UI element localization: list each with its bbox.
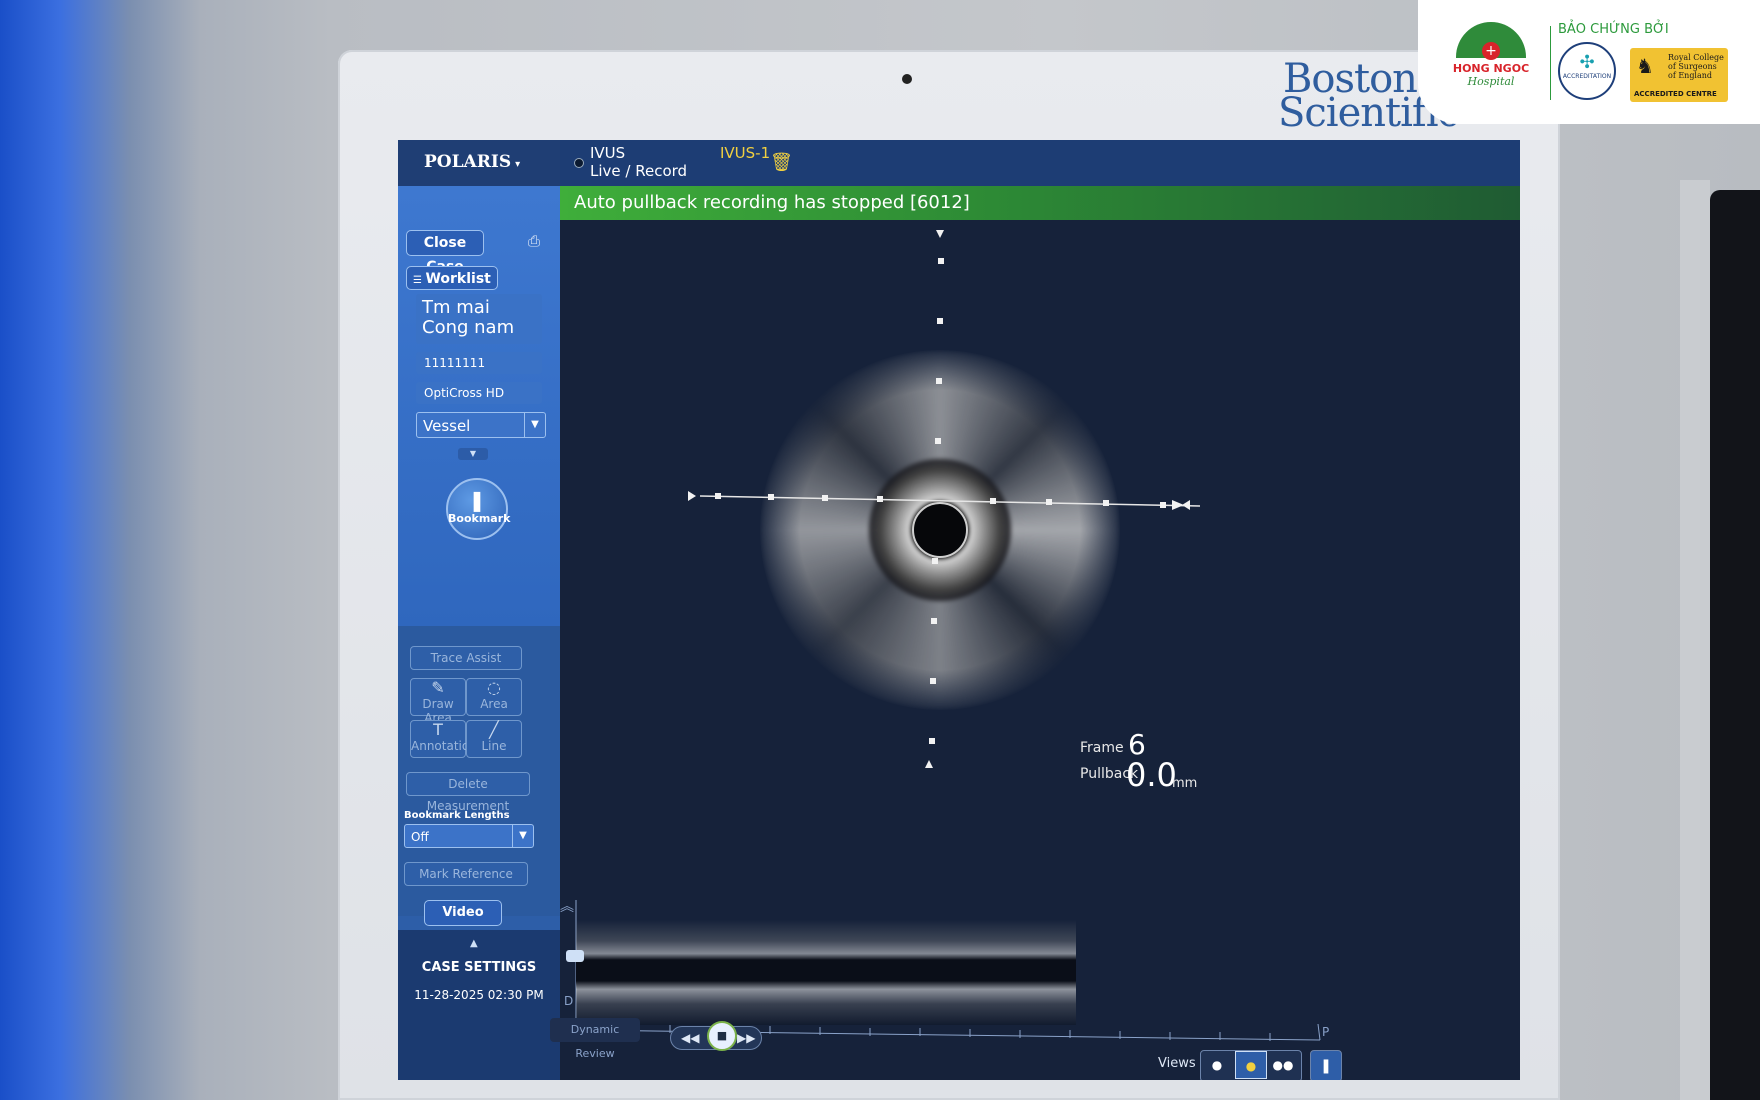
distal-label: D	[564, 994, 574, 1008]
longitudinal-view[interactable]	[576, 920, 1076, 1025]
patient-id: 11111111	[416, 352, 542, 374]
app-name-label: POLARIS	[424, 152, 512, 172]
dual-view-icon[interactable]: ●●	[1267, 1051, 1299, 1079]
pullback-value: 0.0	[1126, 756, 1177, 794]
worklist-button[interactable]: ☰ Worklist	[406, 266, 498, 290]
run-tab[interactable]: IVUS-1	[720, 144, 770, 162]
bookmark-view-icon[interactable]: ❚	[1310, 1050, 1342, 1080]
sidebar-upper: Close Case ⎙ ☰ Worklist Tm mai Cong nam …	[398, 186, 560, 626]
fast-forward-icon[interactable]: ▶▶	[737, 1027, 755, 1049]
aci-text: ACCREDITATION	[1562, 73, 1612, 80]
stop-button[interactable]: ■	[707, 1021, 737, 1051]
dropdown-arrow-icon[interactable]: ▼	[512, 825, 533, 847]
background-wall	[1680, 180, 1710, 1100]
line-label: Line	[481, 739, 507, 753]
bookmark-lengths-label: Bookmark Lengths	[404, 810, 510, 821]
hospital-sub: Hospital	[1467, 75, 1515, 88]
bookmark-button[interactable]: ❚ Bookmark	[446, 478, 511, 540]
crest-icon: ♞	[1636, 54, 1654, 78]
rcs-badge: ♞ Royal College of Surgeons of England A…	[1630, 48, 1728, 102]
measurement-tools: Trace Assist ✎ Draw Area ◌ Area T Annota…	[398, 626, 560, 916]
dropdown-arrow-icon[interactable]: ▼	[524, 413, 545, 437]
views-label: Views	[1158, 1056, 1196, 1071]
case-settings-panel[interactable]: ▲ CASE SETTINGS 11-28-2025 02:30 PM	[398, 930, 560, 1080]
frame-cursor-handle[interactable]	[566, 950, 584, 962]
area-button[interactable]: ◌ Area	[466, 678, 522, 716]
pullback-unit: mm	[1172, 776, 1198, 791]
case-settings-title[interactable]: CASE SETTINGS	[398, 960, 560, 975]
expand-up-icon[interactable]: ︽	[560, 896, 574, 916]
proximal-label: P	[1322, 1025, 1330, 1039]
hong-ngoc-logo: + HONG NGOC Hospital	[1448, 22, 1534, 100]
area-icon: ◌	[487, 678, 501, 697]
cross-icon: +	[1482, 42, 1500, 60]
app-name[interactable]: POLARIS ▾	[424, 152, 520, 172]
lotus-icon: +	[1456, 22, 1526, 60]
list-icon: ☰	[413, 275, 426, 286]
mode-sublabel: Live / Record	[590, 162, 688, 180]
bookmark-icon: ❚	[468, 488, 486, 512]
background-second-monitor	[1710, 190, 1760, 1100]
trace-assist-button[interactable]: Trace Assist	[410, 646, 522, 670]
screen: POLARIS▾ Close Case ⎙ ☰ Worklist Tm mai …	[398, 140, 1520, 1080]
chevron-down-icon: ▾	[515, 159, 521, 170]
collapse-toggle[interactable]: ▼	[458, 448, 488, 460]
print-icon[interactable]: ⎙	[528, 232, 544, 250]
vessel-select-value: Vessel	[423, 417, 471, 435]
rewind-icon[interactable]: ◀◀	[681, 1027, 699, 1049]
close-case-button[interactable]: Close Case	[406, 230, 484, 275]
rcs-text: Royal College of Surgeons of England	[1668, 53, 1724, 80]
annotation-button[interactable]: T Annotation	[410, 720, 477, 758]
aci-mark-icon: ✣	[1579, 52, 1595, 73]
worklist-label: Worklist	[425, 271, 491, 287]
delete-measurement-button[interactable]: Delete Measurement	[406, 772, 530, 813]
bookmark-lengths-select[interactable]: Off ▼	[404, 824, 534, 848]
horizontal-caliper-line	[699, 495, 1201, 507]
catheter-name: OptiCross HD	[416, 382, 542, 404]
monitor-bezel: Boston Scientific POLARIS▾ Close Case ⎙ …	[338, 50, 1560, 1100]
mode-header: IVUS Live / Record IVUS-1 🗑	[560, 140, 1520, 186]
aci-seal: ✣ ACCREDITATION	[1558, 42, 1616, 100]
line-icon: ╱	[489, 720, 499, 739]
patient-name: Tm mai Cong nam	[416, 294, 542, 344]
line-button[interactable]: ╱ Line	[466, 720, 522, 758]
date-time: 11-28-2025 02:30 PM	[414, 988, 544, 1002]
single-view-icon[interactable]: ●	[1201, 1051, 1233, 1079]
cross-section-view-icon[interactable]: ●	[1235, 1051, 1267, 1079]
rcs-badge-text: ACCREDITED CENTRE	[1634, 90, 1717, 98]
caliper-ticks	[688, 230, 1190, 768]
draw-area-button[interactable]: ✎ Draw Area	[410, 678, 466, 725]
accreditation-logos: + HONG NGOC Hospital BẢO CHỨNG BỞI ✣ ACC…	[1418, 0, 1760, 124]
patient-name-line2: Cong nam	[422, 317, 515, 338]
text-icon: T	[433, 720, 443, 739]
status-banner: Auto pullback recording has stopped [601…	[560, 186, 1520, 220]
views-selector: ● ● ●●	[1200, 1050, 1302, 1080]
video-help-button[interactable]: Video Help	[424, 900, 502, 944]
record-indicator-icon	[574, 158, 584, 168]
dynamic-review-button[interactable]: Dynamic Review	[550, 1018, 640, 1060]
bookmark-lengths-value: Off	[411, 830, 429, 844]
bookmark-label: Bookmark	[448, 512, 511, 525]
area-label: Area	[480, 697, 508, 711]
chevron-up-icon[interactable]: ▲	[470, 938, 478, 949]
trash-icon[interactable]: 🗑	[770, 152, 793, 173]
patient-name-line1: Tm mai	[422, 297, 490, 318]
playback-controls: ◀◀ ■ ▶▶	[670, 1021, 762, 1051]
mark-reference-button[interactable]: Mark Reference	[404, 862, 528, 886]
logo-divider	[1550, 26, 1551, 100]
draw-area-icon: ✎	[431, 678, 445, 697]
vessel-select[interactable]: Vessel ▼	[416, 412, 546, 438]
sidebar: POLARIS▾ Close Case ⎙ ☰ Worklist Tm mai …	[398, 140, 560, 1080]
webcam	[902, 74, 912, 84]
frame-label: Frame	[1080, 740, 1124, 756]
hospital-name: HONG NGOC	[1452, 62, 1530, 75]
app-menu[interactable]: POLARIS ▾	[398, 140, 560, 187]
ivus-image-area[interactable]: Frame 6 Pullback 0.0 mm ︽ D P Dynamic Re…	[550, 220, 1520, 1080]
mode-label: IVUS	[590, 144, 626, 162]
accredited-by-title: BẢO CHỨNG BỞI	[1558, 22, 1669, 37]
